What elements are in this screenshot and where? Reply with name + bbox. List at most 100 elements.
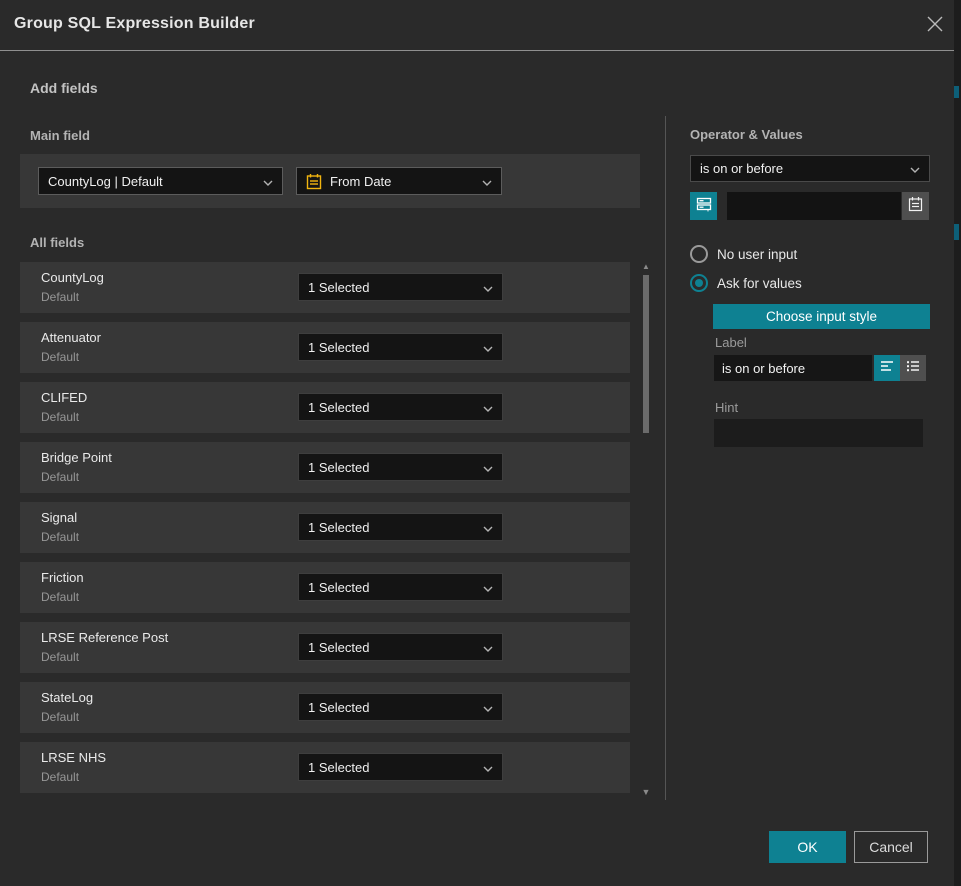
field-selected-dropdown-value: 1 Selected [308,340,369,355]
field-name: Bridge Point [41,450,112,465]
main-field-heading: Main field [30,128,90,143]
radio-no-user-input-label: No user input [717,247,797,262]
radio-circle-icon [690,274,708,292]
field-name: Friction [41,570,84,585]
panel-divider [665,116,666,800]
background-app-fragment [954,86,959,98]
group-sql-expression-builder-dialog: Group SQL Expression Builder Add fields … [0,0,954,886]
main-field-row: CountyLog | Default From Date [20,154,640,208]
field-selected-dropdown-value: 1 Selected [308,520,369,535]
radio-circle-icon [690,245,708,263]
field-sublabel: Default [41,410,79,424]
field-selected-dropdown[interactable]: 1 Selected [298,633,503,661]
field-name: CLIFED [41,390,87,405]
field-row: LRSE Reference Post Default 1 Selected [20,622,630,673]
align-left-icon [880,359,894,377]
list-input-style-button[interactable] [900,355,926,381]
input-type-button[interactable] [690,192,717,220]
field-name: LRSE NHS [41,750,106,765]
calendar-date-icon [306,173,322,190]
input-type-icon [696,196,712,217]
add-fields-heading: Add fields [30,80,98,96]
background-app-fragment [954,224,959,240]
field-selected-dropdown[interactable]: 1 Selected [298,513,503,541]
hint-field-label: Hint [715,400,738,415]
field-name: Attenuator [41,330,101,345]
dialog-title: Group SQL Expression Builder [14,15,255,33]
field-sublabel: Default [41,290,79,304]
field-row: Attenuator Default 1 Selected [20,322,630,373]
radio-ask-for-values[interactable]: Ask for values [690,274,802,292]
all-fields-heading: All fields [30,235,84,250]
chevron-down-icon [483,340,493,355]
field-sublabel: Default [41,590,79,604]
single-line-input-style-button[interactable] [874,355,900,381]
field-selected-dropdown-value: 1 Selected [308,760,369,775]
field-sublabel: Default [41,350,79,364]
field-selected-dropdown[interactable]: 1 Selected [298,573,503,601]
field-row: CountyLog Default 1 Selected [20,262,630,313]
field-name: CountyLog [41,270,104,285]
label-input[interactable] [714,355,872,381]
dialog-titlebar: Group SQL Expression Builder [0,0,954,51]
chevron-down-icon [483,520,493,535]
scrollbar-down-arrow-icon[interactable]: ▼ [640,787,652,797]
close-icon [926,15,944,38]
chevron-down-icon [483,760,493,775]
main-layer-dropdown[interactable]: CountyLog | Default [38,167,283,195]
bulleted-list-icon [906,359,920,377]
operator-dropdown-value: is on or before [700,161,783,176]
field-row: StateLog Default 1 Selected [20,682,630,733]
field-sublabel: Default [41,710,79,724]
scrollbar-thumb[interactable] [643,275,649,433]
label-field-label: Label [715,335,747,350]
operator-values-heading: Operator & Values [690,127,803,142]
field-selected-dropdown-value: 1 Selected [308,400,369,415]
calendar-picker-button[interactable] [902,192,929,220]
cancel-button[interactable]: Cancel [854,831,928,863]
choose-input-style-button[interactable]: Choose input style [713,304,930,329]
field-name: StateLog [41,690,93,705]
field-selected-dropdown[interactable]: 1 Selected [298,453,503,481]
field-sublabel: Default [41,470,79,484]
field-selected-dropdown[interactable]: 1 Selected [298,753,503,781]
chevron-down-icon [482,174,492,189]
field-selected-dropdown-value: 1 Selected [308,640,369,655]
chevron-down-icon [483,280,493,295]
field-selected-dropdown-value: 1 Selected [308,700,369,715]
chevron-down-icon [483,460,493,475]
all-fields-list: CountyLog Default 1 Selected Attenuator … [20,262,630,802]
hint-input[interactable] [714,419,923,447]
main-date-field-dropdown[interactable]: From Date [296,167,502,195]
field-selected-dropdown[interactable]: 1 Selected [298,273,503,301]
value-input[interactable] [727,192,901,220]
field-row: LRSE NHS Default 1 Selected [20,742,630,793]
field-row: Friction Default 1 Selected [20,562,630,613]
field-selected-dropdown[interactable]: 1 Selected [298,393,503,421]
background-app-edge [954,0,961,886]
ok-button[interactable]: OK [769,831,846,863]
field-row: CLIFED Default 1 Selected [20,382,630,433]
field-selected-dropdown-value: 1 Selected [308,460,369,475]
chevron-down-icon [483,640,493,655]
main-date-field-dropdown-value: From Date [330,174,391,189]
chevron-down-icon [483,580,493,595]
chevron-down-icon [483,700,493,715]
field-selected-dropdown[interactable]: 1 Selected [298,333,503,361]
field-sublabel: Default [41,770,79,784]
operator-dropdown[interactable]: is on or before [690,155,930,182]
close-button[interactable] [922,13,948,39]
chevron-down-icon [263,174,273,189]
field-selected-dropdown[interactable]: 1 Selected [298,693,503,721]
main-layer-dropdown-value: CountyLog | Default [48,174,163,189]
chevron-down-icon [483,400,493,415]
field-selected-dropdown-value: 1 Selected [308,580,369,595]
field-sublabel: Default [41,530,79,544]
field-name: LRSE Reference Post [41,630,168,645]
field-name: Signal [41,510,77,525]
radio-ask-for-values-label: Ask for values [717,276,802,291]
radio-no-user-input[interactable]: No user input [690,245,797,263]
field-row: Signal Default 1 Selected [20,502,630,553]
scrollbar-up-arrow-icon[interactable]: ▲ [641,263,651,271]
field-row: Bridge Point Default 1 Selected [20,442,630,493]
